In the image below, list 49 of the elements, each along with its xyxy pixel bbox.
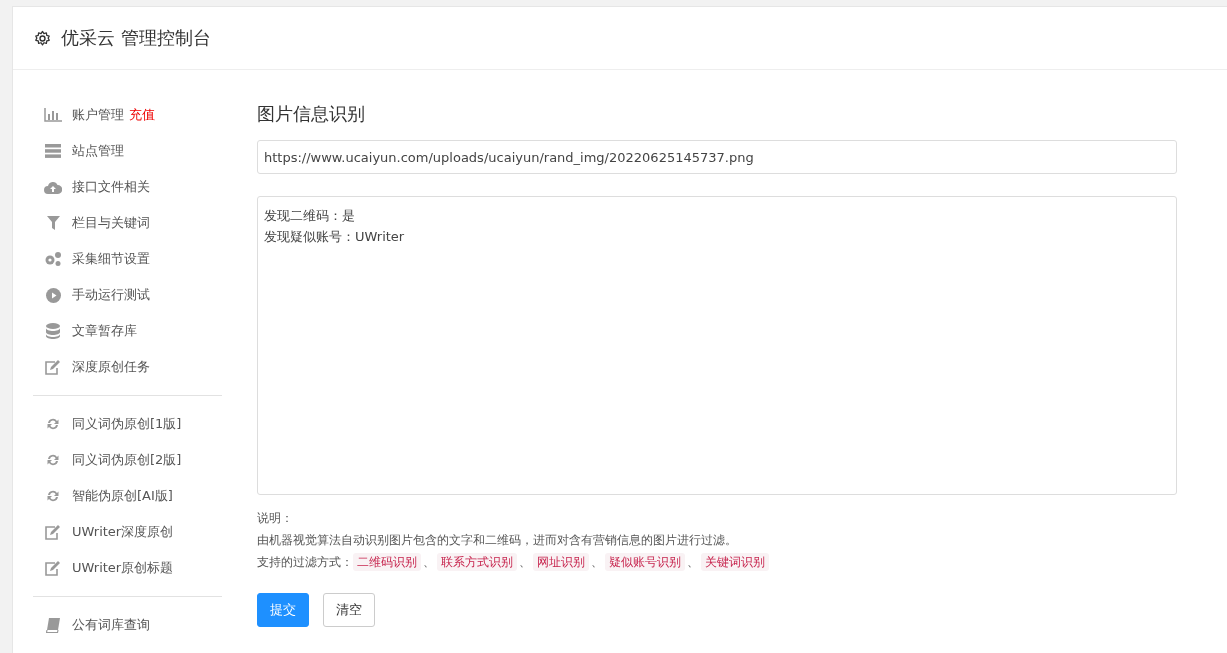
filter-icon bbox=[46, 216, 60, 230]
result-line: 发现二维码：是 bbox=[264, 207, 356, 225]
sidebar-item[interactable]: 同义词伪原创[2版] bbox=[72, 451, 182, 469]
result-text-area[interactable]: 发现二维码：是 发现疑似账号：UWriter bbox=[257, 196, 1177, 495]
sidebar-item[interactable]: 公有词库查询 bbox=[72, 616, 150, 634]
refresh-icon bbox=[46, 453, 60, 467]
console-title: 优采云 管理控制台 bbox=[61, 26, 211, 50]
refresh-icon bbox=[46, 489, 60, 503]
result-line: 发现疑似账号：UWriter bbox=[264, 228, 406, 246]
edit-icon bbox=[45, 560, 61, 576]
sidebar-item[interactable]: UWriter原创标题 bbox=[72, 559, 174, 577]
edit-icon bbox=[45, 524, 61, 540]
server-icon bbox=[45, 144, 61, 158]
separator-mark: 、 bbox=[687, 554, 699, 571]
section-title: 图片信息识别 bbox=[257, 102, 366, 126]
separator-mark: 、 bbox=[519, 554, 531, 571]
note-label: 说明： bbox=[257, 510, 294, 527]
sidebar-item[interactable]: 账户管理 bbox=[72, 106, 124, 124]
sidebar-item[interactable]: 采集细节设置 bbox=[72, 250, 150, 268]
clear-button[interactable]: 清空 bbox=[323, 593, 375, 627]
sidebar-item[interactable]: 智能伪原创[AI版] bbox=[72, 487, 173, 505]
settings-icon bbox=[34, 29, 51, 47]
sidebar-item[interactable]: 接口文件相关 bbox=[72, 178, 150, 196]
play-icon bbox=[45, 287, 61, 303]
filter-tag: 网址识别 bbox=[533, 553, 589, 571]
filter-tag: 关键词识别 bbox=[701, 553, 769, 571]
filter-tag: 二维码识别 bbox=[353, 553, 421, 571]
database-icon bbox=[46, 323, 60, 339]
sidebar-item[interactable]: 同义词伪原创[1版] bbox=[72, 415, 182, 433]
filter-tag: 疑似账号识别 bbox=[605, 553, 685, 571]
sidebar-item[interactable]: 站点管理 bbox=[72, 142, 124, 160]
sidebar-item[interactable]: 文章暂存库 bbox=[72, 322, 137, 340]
separator-mark: 、 bbox=[591, 554, 603, 571]
recharge-link[interactable]: 充值 bbox=[129, 106, 155, 124]
note-text: 由机器视觉算法自动识别图片包含的文字和二维码，进而对含有营销信息的图片进行过滤。 bbox=[257, 532, 738, 549]
sidebar-item[interactable]: 深度原创任务 bbox=[72, 358, 150, 376]
refresh-icon bbox=[46, 417, 60, 431]
sidebar-item[interactable]: 栏目与关键词 bbox=[72, 214, 150, 232]
bar-chart-icon bbox=[44, 108, 62, 122]
filters-label: 支持的过滤方式： bbox=[257, 554, 353, 571]
book-icon bbox=[46, 617, 60, 633]
cloud-upload-icon bbox=[44, 180, 62, 194]
gears-icon bbox=[44, 251, 62, 267]
edit-icon bbox=[45, 359, 61, 375]
filter-tag: 联系方式识别 bbox=[437, 553, 517, 571]
separator-mark: 、 bbox=[423, 554, 435, 571]
sidebar-item[interactable]: UWriter深度原创 bbox=[72, 523, 174, 541]
sidebar-item[interactable]: 手动运行测试 bbox=[72, 286, 150, 304]
url-input-field[interactable]: https://www.ucaiyun.com/uploads/ucaiyun/rand_img/20220625145737.png bbox=[257, 140, 1177, 174]
